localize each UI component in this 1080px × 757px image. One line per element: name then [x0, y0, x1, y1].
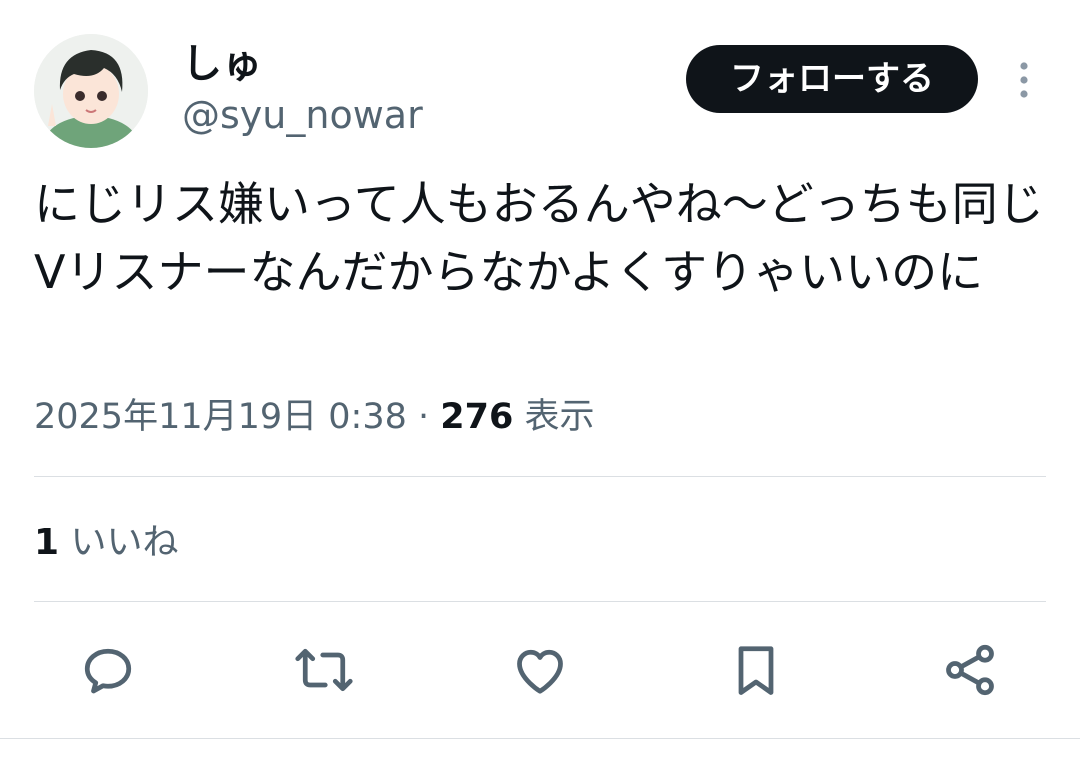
bookmark-icon — [738, 646, 774, 695]
meta-separator: · — [406, 397, 441, 437]
reply-icon — [84, 648, 132, 694]
user-handle[interactable]: @syu_nowar — [182, 90, 423, 140]
avatar-illustration-icon — [34, 34, 148, 148]
display-name[interactable]: しゅ — [182, 38, 262, 90]
reply-button[interactable] — [78, 640, 138, 700]
more-options-button[interactable] — [1006, 58, 1042, 102]
likes-count: 1 — [34, 522, 60, 563]
more-vertical-icon — [1020, 62, 1028, 98]
divider — [34, 476, 1046, 477]
divider — [0, 738, 1080, 739]
tweet-meta: 2025年11月19日 0:38 · 276 表示 — [34, 392, 594, 442]
retweet-icon — [295, 648, 353, 692]
user-avatar[interactable] — [34, 34, 148, 148]
follow-button[interactable]: フォローする — [686, 45, 978, 113]
likes-label: いいね — [59, 522, 179, 563]
share-button[interactable] — [940, 640, 1000, 700]
likes-summary[interactable]: 1 いいね — [34, 517, 179, 569]
views-count: 276 — [440, 397, 514, 437]
tweet-timestamp[interactable]: 2025年11月19日 0:38 — [34, 397, 407, 437]
divider — [34, 601, 1046, 602]
tweet-detail: しゅ @syu_nowar フォローする にじリス嫌いって人もおるんやね〜どっち… — [0, 0, 1080, 757]
heart-icon — [517, 649, 563, 694]
tweet-text: にじリス嫌いって人もおるんやね〜どっちも同じVリスナーなんだからなかよくすりゃい… — [34, 177, 1044, 299]
share-icon — [946, 644, 994, 696]
views-label: 表示 — [513, 397, 595, 437]
retweet-button[interactable] — [294, 640, 354, 700]
like-button[interactable] — [510, 640, 570, 700]
bookmark-button[interactable] — [726, 640, 786, 700]
